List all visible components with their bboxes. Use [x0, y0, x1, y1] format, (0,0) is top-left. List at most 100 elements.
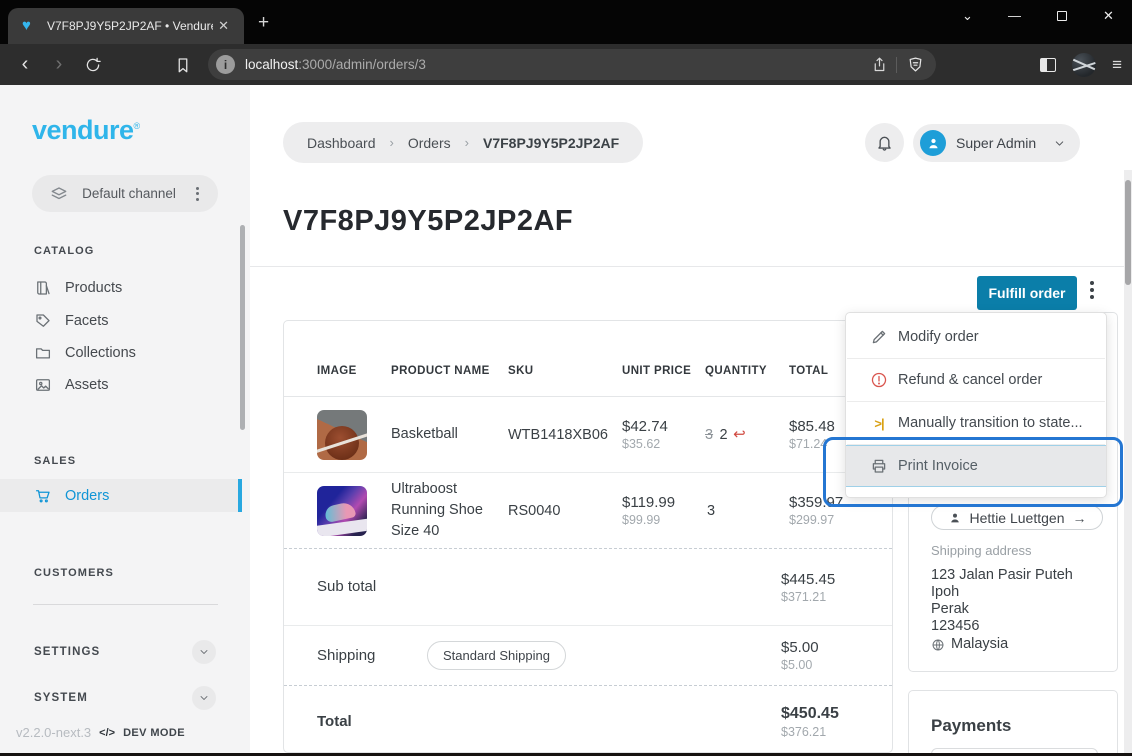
subtotal-value: $445.45 [781, 571, 882, 588]
product-name[interactable]: Basketball [391, 424, 508, 445]
customer-link[interactable]: Hettie Luettgen → [931, 505, 1103, 530]
shipping-label: Shipping [317, 641, 379, 671]
sidebar-item-collections[interactable]: Collections [0, 336, 240, 369]
tab-search-icon[interactable]: ⌄ [944, 0, 991, 31]
main-content: Dashboard › Orders › V7F8PJ9Y5P2JP2AF Su… [250, 85, 1124, 753]
bookmark-icon[interactable] [166, 56, 200, 74]
tab-title: V7F8PJ9Y5P2JP2AF • Vendure [47, 19, 213, 33]
col-sku: SKU [508, 341, 622, 377]
order-lines-table: IMAGE PRODUCT NAME SKU UNIT PRICE QUANTI… [283, 320, 893, 753]
tab-close-icon[interactable]: ✕ [213, 16, 234, 36]
section-catalog: CATALOG [34, 245, 94, 257]
cart-icon [34, 487, 52, 505]
product-thumbnail[interactable] [317, 486, 367, 536]
minimize-button[interactable]: — [991, 0, 1038, 31]
customer-name: Hettie Luettgen [970, 510, 1065, 526]
payments-title: Payments [931, 716, 1011, 736]
col-quantity: QUANTITY [705, 341, 789, 377]
user-name: Super Admin [956, 135, 1043, 151]
page-scrollbar[interactable] [1124, 170, 1132, 756]
active-item-indicator [238, 479, 242, 512]
tab-strip: ♥ V7F8PJ9Y5P2JP2AF • Vendure ✕ + ⌄ — ✕ [0, 0, 1132, 44]
scrollbar-thumb[interactable] [1125, 180, 1131, 285]
folder-icon [34, 344, 52, 362]
country: Malaysia [951, 636, 1008, 653]
order-actions-menu-icon[interactable] [1090, 281, 1094, 299]
site-info-icon[interactable]: i [216, 55, 235, 74]
sidebar-scrollbar[interactable] [240, 225, 245, 430]
order-actions-dropdown: Modify order Refund & cancel order >| Ma… [845, 312, 1107, 498]
table-row: Ultraboost Running Shoe Size 40 RS0040 $… [284, 473, 892, 549]
brave-shield-icon[interactable] [907, 55, 924, 74]
browser-window: ♥ V7F8PJ9Y5P2JP2AF • Vendure ✕ + ⌄ — ✕ ‹… [0, 0, 1132, 756]
section-settings[interactable]: SETTINGS [34, 640, 216, 664]
subtotal-label: Sub total [317, 572, 379, 602]
menu-item-manual-transition[interactable]: >| Manually transition to state... [846, 402, 1106, 444]
side-panel-icon[interactable] [1040, 58, 1056, 72]
shipping-row: Shipping Standard Shipping $5.00 $5.00 [284, 626, 892, 686]
bell-icon [875, 133, 894, 152]
section-customers: CUSTOMERS [34, 567, 114, 579]
chevron-down-icon[interactable] [192, 640, 216, 664]
breadcrumb-orders[interactable]: Orders [408, 135, 451, 151]
sidebar: vendure® Default channel CATALOG Product… [0, 85, 250, 753]
dev-mode-label: DEV MODE [123, 727, 185, 739]
unit-price: $119.99 [622, 494, 705, 511]
reload-button[interactable] [76, 56, 110, 74]
layers-icon [50, 185, 68, 203]
unit-price: $42.74 [622, 418, 705, 435]
total-value: $450.45 [781, 705, 882, 723]
sidebar-item-products[interactable]: Products [0, 271, 240, 304]
total-net: $376.21 [781, 725, 882, 739]
subtotal-row: Sub total $445.45 $371.21 [284, 549, 892, 626]
browser-tab[interactable]: ♥ V7F8PJ9Y5P2JP2AF • Vendure ✕ [8, 8, 244, 44]
user-icon [948, 511, 962, 525]
new-tab-button[interactable]: + [258, 13, 269, 32]
breadcrumb: Dashboard › Orders › V7F8PJ9Y5P2JP2AF [283, 122, 643, 163]
transition-icon: >| [870, 414, 888, 432]
section-system[interactable]: SYSTEM [34, 686, 216, 710]
forward-button[interactable]: › [42, 53, 76, 76]
printer-icon [870, 457, 888, 475]
back-button[interactable]: ‹ [8, 53, 42, 76]
menu-item-modify-order[interactable]: Modify order [846, 316, 1106, 358]
shipping-method-chip: Standard Shipping [427, 641, 566, 670]
vendure-logo[interactable]: vendure® [32, 115, 140, 146]
subtotal-net: $371.21 [781, 590, 882, 604]
browser-menu-icon[interactable]: ≡ [1112, 55, 1122, 75]
notifications-button[interactable] [865, 123, 904, 162]
fulfill-order-button[interactable]: Fulfill order [977, 276, 1077, 310]
menu-item-refund-cancel[interactable]: Refund & cancel order [846, 359, 1106, 401]
sidebar-item-facets[interactable]: Facets [0, 304, 240, 337]
image-icon [34, 376, 52, 394]
channel-selector[interactable]: Default channel [32, 175, 218, 212]
share-icon[interactable] [871, 56, 888, 73]
menu-item-print-invoice[interactable]: Print Invoice [846, 445, 1106, 487]
breadcrumb-dashboard[interactable]: Dashboard [307, 135, 376, 151]
page-title: V7F8PJ9Y5P2JP2AF [283, 205, 573, 238]
book-icon [34, 279, 52, 297]
close-window-button[interactable]: ✕ [1085, 0, 1132, 31]
total-label: Total [317, 707, 379, 737]
chevron-right-icon: › [390, 135, 394, 150]
user-menu[interactable]: Super Admin [913, 124, 1080, 162]
product-name[interactable]: Ultraboost Running Shoe Size 40 [391, 479, 508, 542]
product-thumbnail[interactable] [317, 410, 367, 460]
profile-avatar[interactable] [1072, 53, 1096, 77]
sidebar-item-assets[interactable]: Assets [0, 368, 240, 401]
address-bar[interactable]: i localhost:3000/admin/orders/3 [208, 49, 936, 80]
breadcrumb-order-code: V7F8PJ9Y5P2JP2AF [483, 135, 619, 151]
maximize-button[interactable] [1038, 0, 1085, 31]
product-sku: RS0040 [508, 503, 622, 519]
alert-circle-icon [870, 371, 888, 389]
total-row: Total $450.45 $376.21 [284, 686, 892, 756]
table-row: Basketball WTB1418XB06 $42.74 $35.62 3 2… [284, 397, 892, 473]
product-sku: WTB1418XB06 [508, 427, 622, 443]
browser-toolbar: ‹ › i localhost:3000/admin/orders/3 ≡ [0, 44, 1132, 85]
channel-menu-icon[interactable] [190, 187, 204, 201]
chevron-down-icon [1053, 137, 1066, 150]
quantity: 2 [720, 427, 728, 443]
chevron-down-icon[interactable] [192, 686, 216, 710]
url-text: localhost:3000/admin/orders/3 [245, 57, 863, 72]
sidebar-item-orders[interactable]: Orders [0, 479, 240, 512]
